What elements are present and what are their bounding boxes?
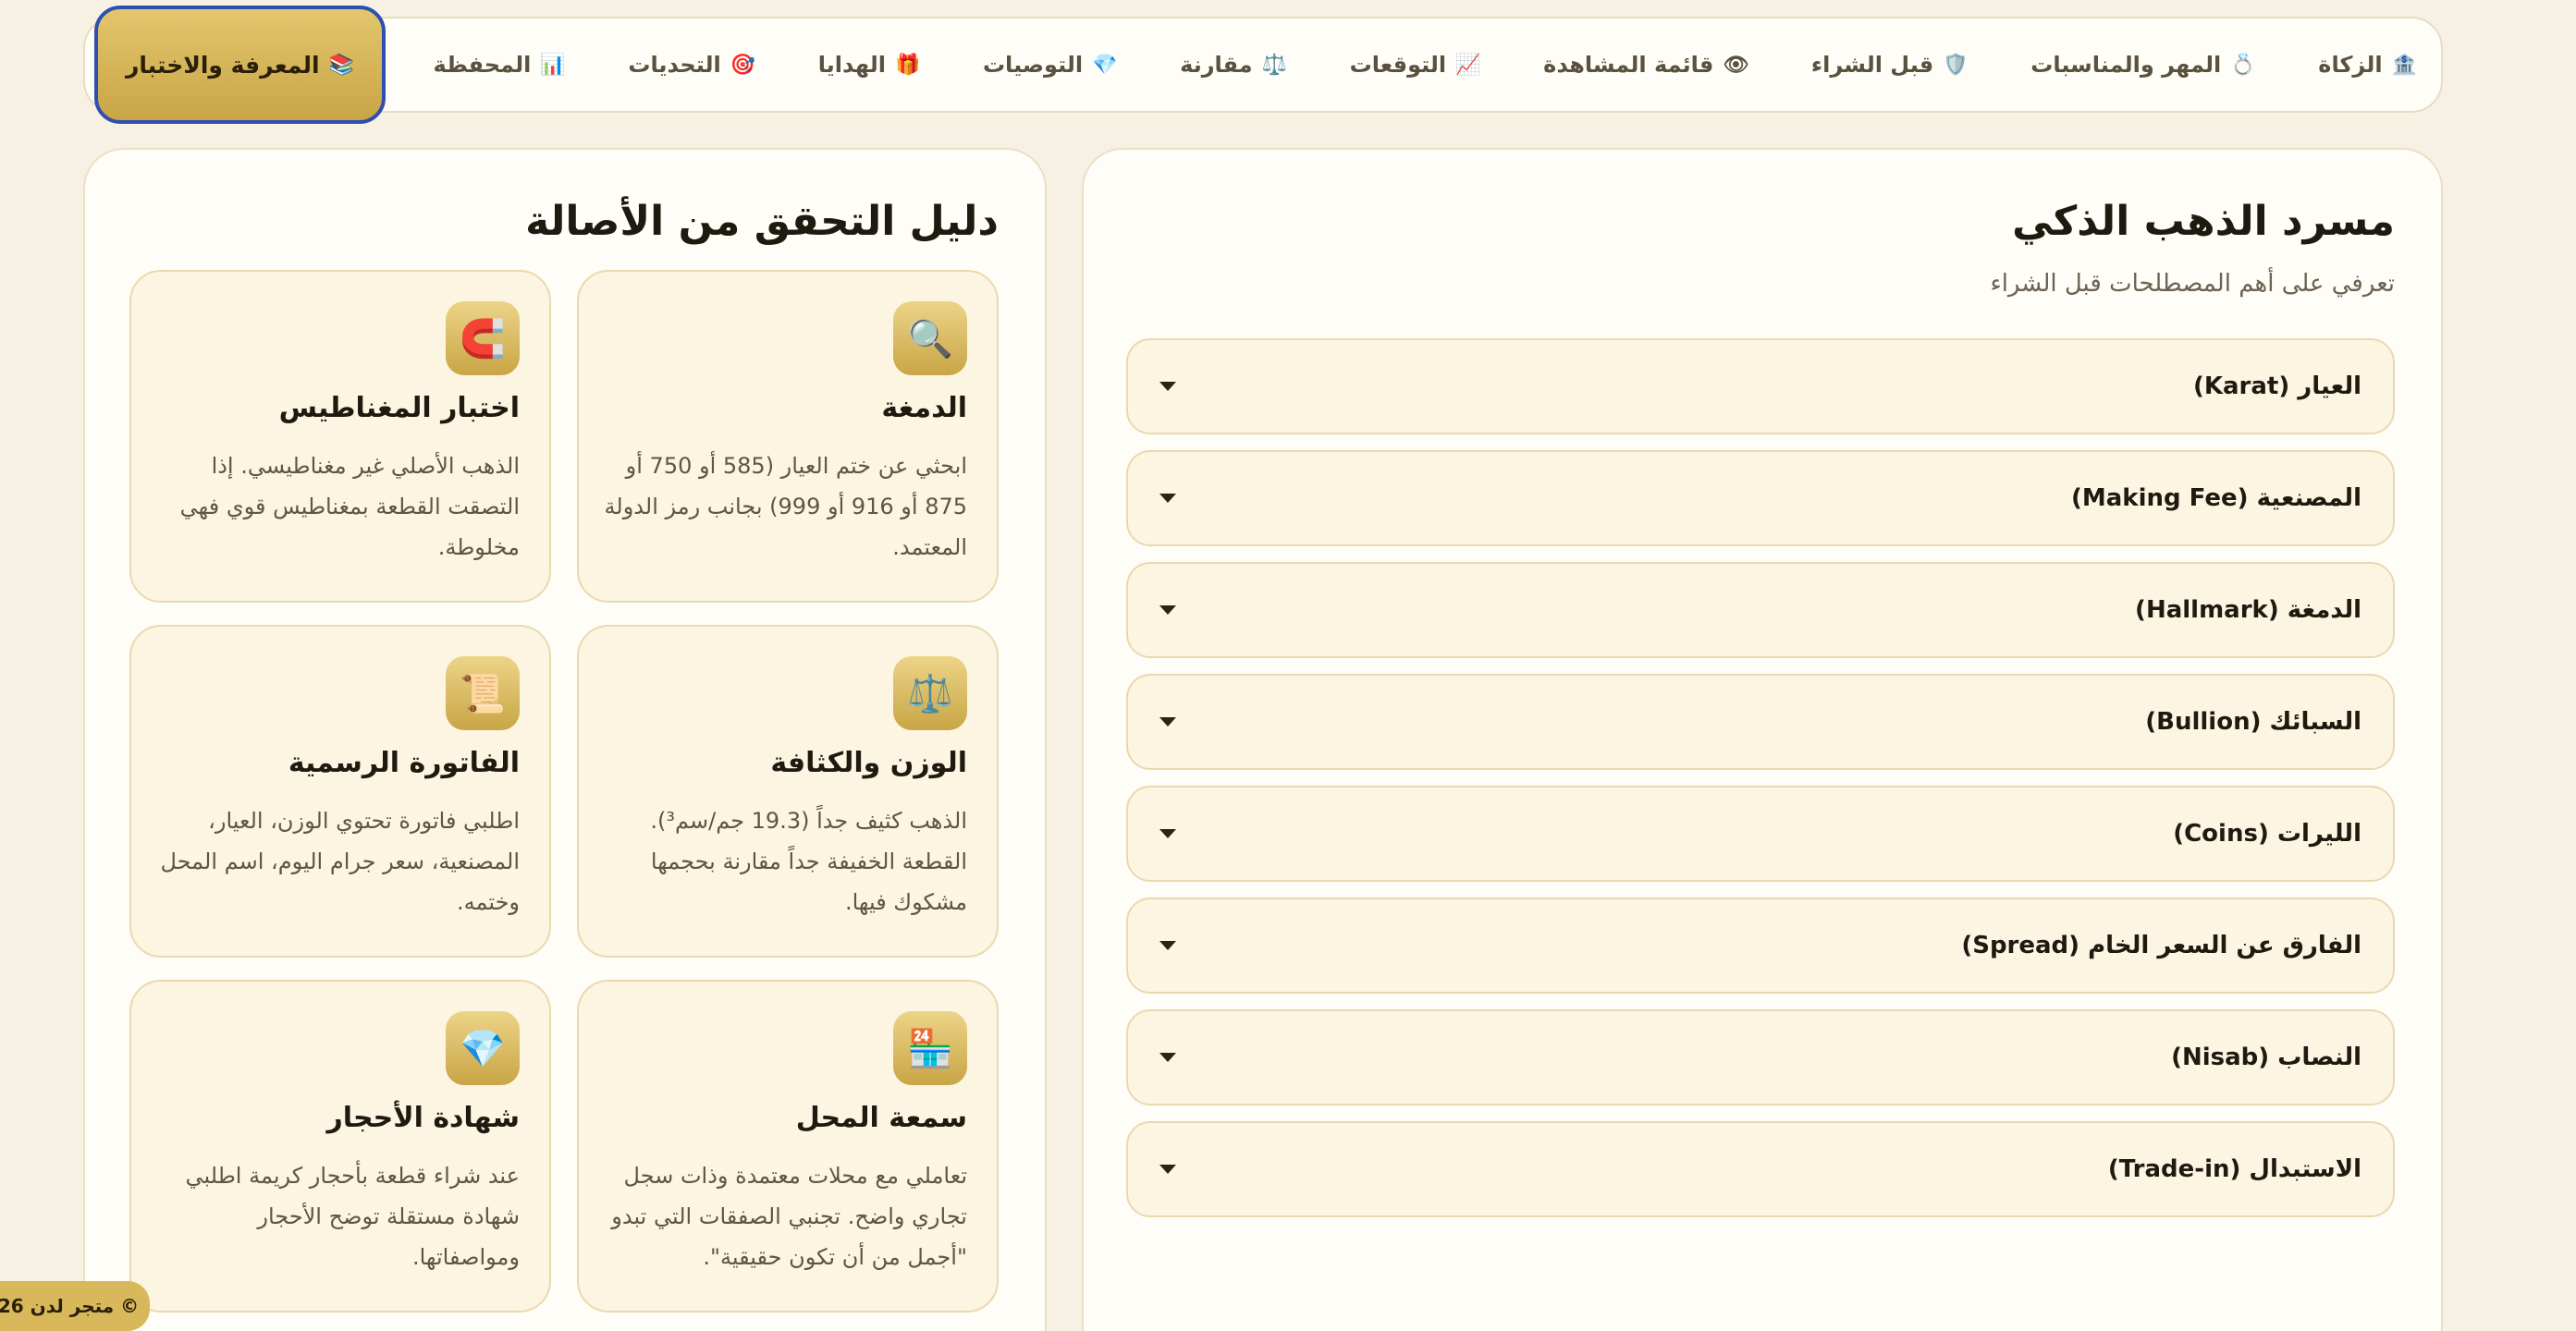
magnifier-icon: 🔍 — [893, 301, 967, 375]
chevron-down-icon — [1159, 1053, 1176, 1062]
nav-item-forecasts[interactable]: 📈 التوقعات — [1335, 28, 1496, 102]
scales-icon: ⚖️ — [893, 656, 967, 730]
bank-icon: 🏦 — [2391, 53, 2417, 77]
chevron-down-icon — [1159, 382, 1176, 391]
nav-item-watchlist[interactable]: 👁 قائمة المشاهدة — [1528, 28, 1763, 102]
card-title: شهادة الأحجار — [326, 1102, 520, 1134]
glossary-subtitle: تعرفي على أهم المصطلحات قبل الشراء — [1990, 270, 2395, 298]
guide-card-hallmark: 🔍 الدمغة ابحثي عن ختم العيار (585 أو 750… — [577, 270, 999, 603]
nav-item-label: مقارنة — [1180, 52, 1253, 78]
guide-card-store-reputation: 🏪 سمعة المحل تعاملي مع محلات معتمدة وذات… — [577, 980, 999, 1313]
gift-icon: 🎁 — [894, 53, 921, 77]
nav-item-label: المعرفة والاختبار — [126, 51, 320, 79]
magnet-icon: 🧲 — [446, 301, 520, 375]
scales-icon: ⚖️ — [1261, 53, 1288, 77]
eye-icon: 👁 — [1723, 53, 1749, 77]
nav-item-label: المحفظة — [433, 52, 532, 78]
nav-item-compare[interactable]: ⚖️ مقارنة — [1165, 28, 1302, 102]
nav-item-knowledge-quiz[interactable]: 📚 المعرفة والاختبار — [94, 6, 386, 124]
accordion-label: الدمغة (Hallmark) — [2135, 596, 2361, 624]
accordion-nisab[interactable]: النصاب (Nisab) — [1126, 1009, 2395, 1105]
accordion-label: العيار (Karat) — [2192, 372, 2361, 400]
card-text: تعاملي مع محلات معتمدة وذات سجل تجاري وا… — [611, 1163, 967, 1270]
card-title: الوزن والكثافة — [770, 747, 967, 779]
nav-item-label: التوصيات — [982, 52, 1084, 78]
accordion-trade-in[interactable]: الاستبدال (Trade-in) — [1126, 1121, 2395, 1217]
card-title: سمعة المحل — [795, 1102, 967, 1134]
glossary-title: مسرد الذهب الذكي — [2012, 198, 2395, 245]
copyright-badge: © متجر لدن 26 — [0, 1281, 150, 1331]
accordion-label: المصنعية (Making Fee) — [2070, 484, 2361, 512]
chevron-down-icon — [1159, 605, 1176, 615]
scroll-icon: 📜 — [446, 656, 520, 730]
guide-title: دليل التحقق من الأصالة — [525, 198, 999, 245]
store-icon: 🏪 — [893, 1011, 967, 1085]
ring-icon: 💍 — [2230, 53, 2256, 77]
target-icon: 🎯 — [730, 53, 756, 77]
guide-card-weight-density: ⚖️ الوزن والكثافة الذهب كثيف جداً (19.3 … — [577, 625, 999, 958]
nav-item-label: التوقعات — [1349, 52, 1447, 78]
accordion-hallmark[interactable]: الدمغة (Hallmark) — [1126, 562, 2395, 658]
gem-icon: 💎 — [446, 1011, 520, 1085]
nav-item-label: الزكاة — [2318, 52, 2383, 78]
accordion-bullion[interactable]: السبائك (Bullion) — [1126, 674, 2395, 770]
chevron-down-icon — [1159, 1165, 1176, 1174]
nav-item-challenges[interactable]: 🎯 التحديات — [613, 28, 770, 102]
accordion-spread[interactable]: الفارق عن السعر الخام (Spread) — [1126, 898, 2395, 994]
nav-item-zakat[interactable]: 🏦 الزكاة — [2303, 28, 2432, 102]
authenticity-guide-panel: دليل التحقق من الأصالة 🔍 الدمغة ابحثي عن… — [83, 148, 1047, 1331]
accordion-label: النصاب (Nisab) — [2171, 1044, 2361, 1071]
accordion-label: الفارق عن السعر الخام (Spread) — [1961, 932, 2361, 959]
nav-item-portfolio[interactable]: 📊 المحفظة — [419, 28, 581, 102]
card-text: عند شراء قطعة بأحجار كريمة اطلبي شهادة م… — [185, 1163, 521, 1270]
accordion-making-fee[interactable]: المصنعية (Making Fee) — [1126, 450, 2395, 546]
card-title: اختبار المغناطيس — [278, 392, 520, 424]
gem-icon: 💎 — [1092, 53, 1118, 77]
guide-card-magnet-test: 🧲 اختبار المغناطيس الذهب الأصلي غير مغنا… — [129, 270, 551, 603]
card-text: الذهب كثيف جداً (19.3 جم/سم³). القطعة ال… — [650, 808, 967, 915]
card-title: الدمغة — [881, 392, 967, 424]
accordion-label: الليرات (Coins) — [2173, 820, 2361, 848]
card-text: اطلبي فاتورة تحتوي الوزن، العيار، المصنع… — [160, 808, 520, 915]
chart-up-icon: 📈 — [1455, 53, 1481, 77]
accordion-karat[interactable]: العيار (Karat) — [1126, 338, 2395, 434]
nav-item-label: التحديات — [628, 52, 721, 78]
guide-card-gem-certificate: 💎 شهادة الأحجار عند شراء قطعة بأحجار كري… — [129, 980, 551, 1313]
guide-card-official-invoice: 📜 الفاتورة الرسمية اطلبي فاتورة تحتوي ال… — [129, 625, 551, 958]
glossary-panel: مسرد الذهب الذكي تعرفي على أهم المصطلحات… — [1082, 148, 2443, 1331]
nav-item-gifts[interactable]: 🎁 الهدايا — [803, 28, 936, 102]
top-nav: 🏦 الزكاة 💍 المهر والمناسبات 🛡️ قبل الشرا… — [83, 6, 2443, 124]
nav-item-label: قبل الشراء — [1810, 52, 1934, 78]
accordion-label: السبائك (Bullion) — [2145, 708, 2361, 736]
nav-item-label: المهر والمناسبات — [2030, 52, 2222, 78]
card-title: الفاتورة الرسمية — [288, 747, 520, 779]
shield-icon: 🛡️ — [1943, 53, 1969, 77]
card-text: ابحثي عن ختم العيار (585 أو 750 أو 875 أ… — [604, 453, 967, 560]
card-text: الذهب الأصلي غير مغناطيسي. إذا التصقت ال… — [179, 453, 520, 560]
chevron-down-icon — [1159, 494, 1176, 503]
bar-chart-icon: 📊 — [540, 53, 566, 77]
chevron-down-icon — [1159, 941, 1176, 950]
nav-item-recommendations[interactable]: 💎 التوصيات — [968, 28, 1133, 102]
accordion-coins[interactable]: الليرات (Coins) — [1126, 786, 2395, 882]
chevron-down-icon — [1159, 829, 1176, 838]
nav-item-label: الهدايا — [817, 52, 886, 78]
nav-item-label: قائمة المشاهدة — [1543, 52, 1714, 78]
books-icon: 📚 — [328, 53, 354, 77]
nav-item-dowry-occasions[interactable]: 💍 المهر والمناسبات — [2016, 28, 2270, 102]
nav-item-before-purchase[interactable]: 🛡️ قبل الشراء — [1797, 28, 1983, 102]
accordion-label: الاستبدال (Trade-in) — [2107, 1155, 2361, 1183]
chevron-down-icon — [1159, 717, 1176, 727]
